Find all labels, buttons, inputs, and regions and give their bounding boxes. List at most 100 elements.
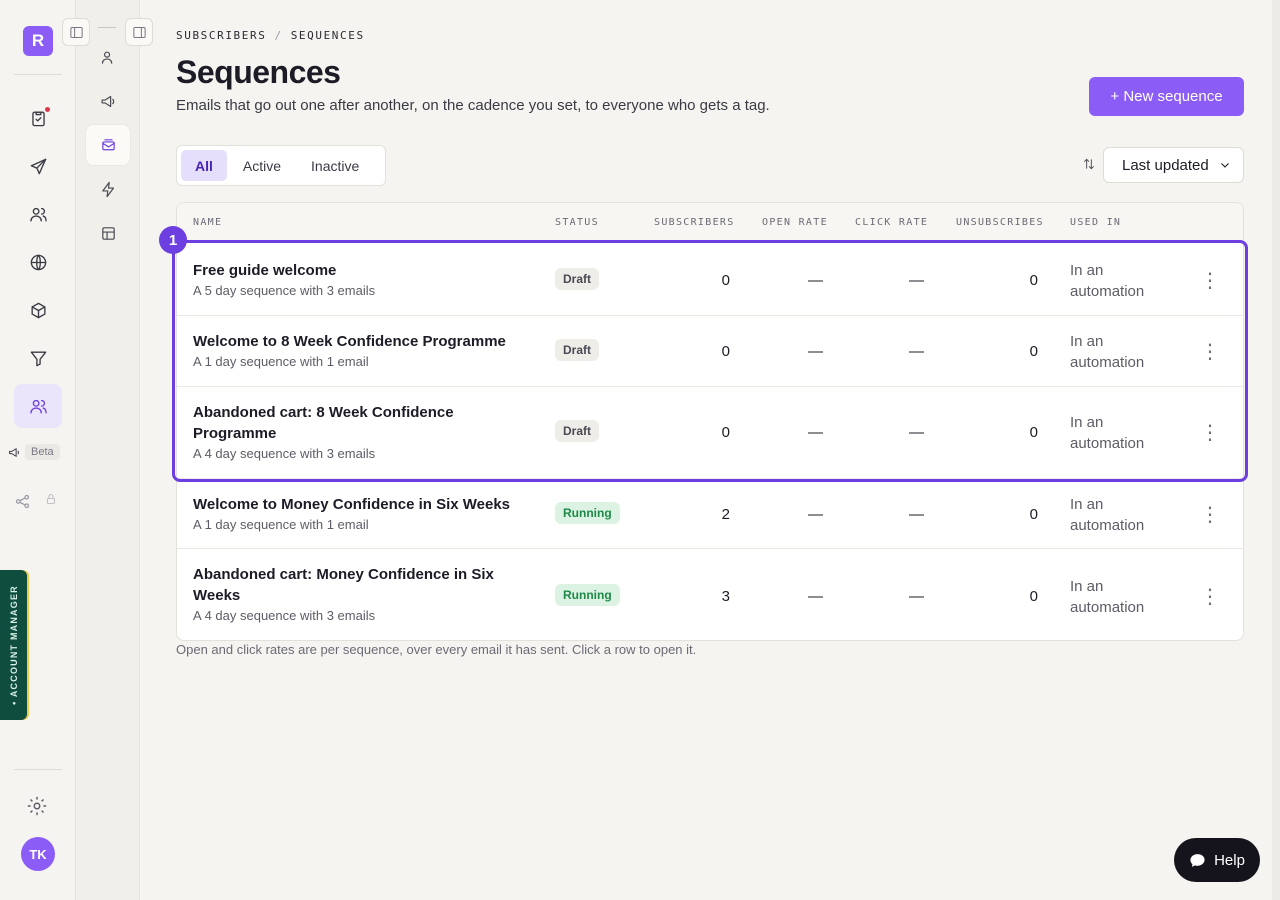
nav-beta-feature[interactable]: Beta [8,444,60,460]
sequence-name[interactable]: Welcome to Money Confidence in Six Weeks [193,494,513,515]
sequence-name[interactable]: Abandoned cart: Money Confidence in Six … [193,564,503,606]
used-in-value[interactable]: In an automation [1070,412,1170,454]
send-icon [30,158,46,174]
sort-select-value: Last updated [1122,156,1209,174]
users-icon [29,399,47,414]
subnav-forms[interactable] [86,213,130,253]
subscribers-count: 0 [721,272,730,289]
nav-subscribers[interactable] [14,384,62,428]
nav-products[interactable] [18,290,58,330]
breadcrumb-parent[interactable]: SUBSCRIBERS [176,29,266,42]
sequence-name[interactable]: Abandoned cart: 8 Week Confidence Progra… [193,402,493,444]
click-rate-value: — [909,272,924,289]
column-header-used-in[interactable]: USED IN [1070,217,1121,228]
column-header-status[interactable]: STATUS [555,217,599,228]
unsubscribes-count: 0 [1029,424,1038,441]
nav-tasks[interactable] [18,98,58,138]
used-in-value[interactable]: In an automation [1070,576,1170,618]
sort-select[interactable]: Last updated [1103,147,1244,183]
unsubscribes-count: 0 [1029,272,1038,289]
used-in-value[interactable]: In an automation [1070,494,1170,536]
subnav-sequences[interactable] [86,125,130,165]
sequence-name[interactable]: Free guide welcome [193,260,513,281]
table-row[interactable]: Abandoned cart: 8 Week Confidence Progra… [177,387,1243,479]
subnav-subscribers[interactable] [86,37,130,77]
tab-active[interactable]: Active [229,150,295,181]
open-rate-value: — [808,424,823,441]
app-logo[interactable]: R [23,26,53,56]
nav-send[interactable] [18,146,58,186]
sequence-name-cell: Abandoned cart: Money Confidence in Six … [193,564,503,623]
sequence-name[interactable]: Welcome to 8 Week Confidence Programme [193,331,513,352]
open-rate-value: — [808,343,823,360]
lock-icon [47,494,55,504]
column-header-open-rate[interactable]: OPEN RATE [762,217,828,228]
column-header-click-rate[interactable]: CLICK RATE [855,217,928,228]
divider [98,27,116,28]
notification-dot [45,107,50,112]
table-row[interactable]: Free guide welcome A 5 day sequence with… [177,244,1243,316]
package-icon [30,302,46,318]
subnav-automations[interactable] [86,169,130,209]
settings-button[interactable] [26,795,50,819]
user-icon [101,51,112,64]
sequence-name-cell: Welcome to 8 Week Confidence Programme A… [193,331,513,369]
account-manager-tab[interactable]: • ACCOUNT MANAGER [0,570,27,720]
used-in-value[interactable]: In an automation [1070,331,1170,373]
click-rate-value: — [909,588,924,605]
status-badge: Draft [555,420,600,442]
table-row[interactable]: Abandoned cart: Money Confidence in Six … [177,549,1243,640]
megaphone-icon [101,95,114,107]
subscribers-count: 0 [721,424,730,441]
divider [14,769,62,770]
click-rate-value: — [909,343,924,360]
unsubscribes-count: 0 [1029,343,1038,360]
mail-stack-icon [101,138,115,150]
sequence-name-cell: Free guide welcome A 5 day sequence with… [193,260,513,298]
user-avatar[interactable]: TK [21,837,55,871]
subscribers-count: 3 [721,588,730,605]
row-menu-button[interactable]: ⋮ [1200,584,1220,609]
filter-icon [30,350,46,366]
status-badge: Running [555,502,620,524]
sort-icon [1084,158,1094,170]
lightning-icon [101,181,114,197]
unsubscribes-count: 0 [1029,506,1038,523]
nav-website[interactable] [18,242,58,282]
users-icon [29,207,47,222]
column-header-unsubscribes[interactable]: UNSUBSCRIBES [956,217,1044,228]
tab-all[interactable]: All [181,150,227,181]
table-row[interactable]: Welcome to 8 Week Confidence Programme A… [177,316,1243,387]
nav-funnels[interactable] [18,338,58,378]
divider [14,74,62,75]
gear-icon [27,796,47,816]
used-in-value[interactable]: In an automation [1070,260,1170,302]
clipboard-check-icon [31,110,45,126]
row-menu-button[interactable]: ⋮ [1200,420,1220,445]
row-menu-button[interactable]: ⋮ [1200,502,1220,527]
nav-audience[interactable] [18,194,58,234]
row-menu-button[interactable]: ⋮ [1200,268,1220,293]
subscribers-count: 0 [721,343,730,360]
tab-inactive[interactable]: Inactive [297,150,373,181]
page-title: Sequences [176,54,341,90]
click-rate-value: — [909,424,924,441]
row-menu-button[interactable]: ⋮ [1200,339,1220,364]
new-sequence-button[interactable]: + New sequence [1089,77,1244,116]
nav-affiliates[interactable] [14,492,57,510]
sequence-description: A 1 day sequence with 1 email [193,354,369,369]
secondary-sidebar [62,0,153,900]
sequence-name-cell: Welcome to Money Confidence in Six Weeks… [193,494,513,532]
subnav-broadcasts[interactable] [86,81,130,121]
account-manager-label: • ACCOUNT MANAGER [8,585,19,705]
table-row[interactable]: Welcome to Money Confidence in Six Weeks… [177,479,1243,549]
column-header-subscribers[interactable]: SUBSCRIBERS [654,217,735,228]
help-button[interactable]: Help [1174,838,1260,882]
sequences-table: NAME STATUS SUBSCRIBERS OPEN RATE CLICK … [176,202,1244,641]
status-badge: Draft [555,339,600,361]
column-header-name[interactable]: NAME [193,217,222,228]
sidebar-toggle-icon [69,26,83,38]
globe-icon [30,254,46,270]
open-rate-value: — [808,272,823,289]
sort-direction-button[interactable] [1082,157,1096,171]
